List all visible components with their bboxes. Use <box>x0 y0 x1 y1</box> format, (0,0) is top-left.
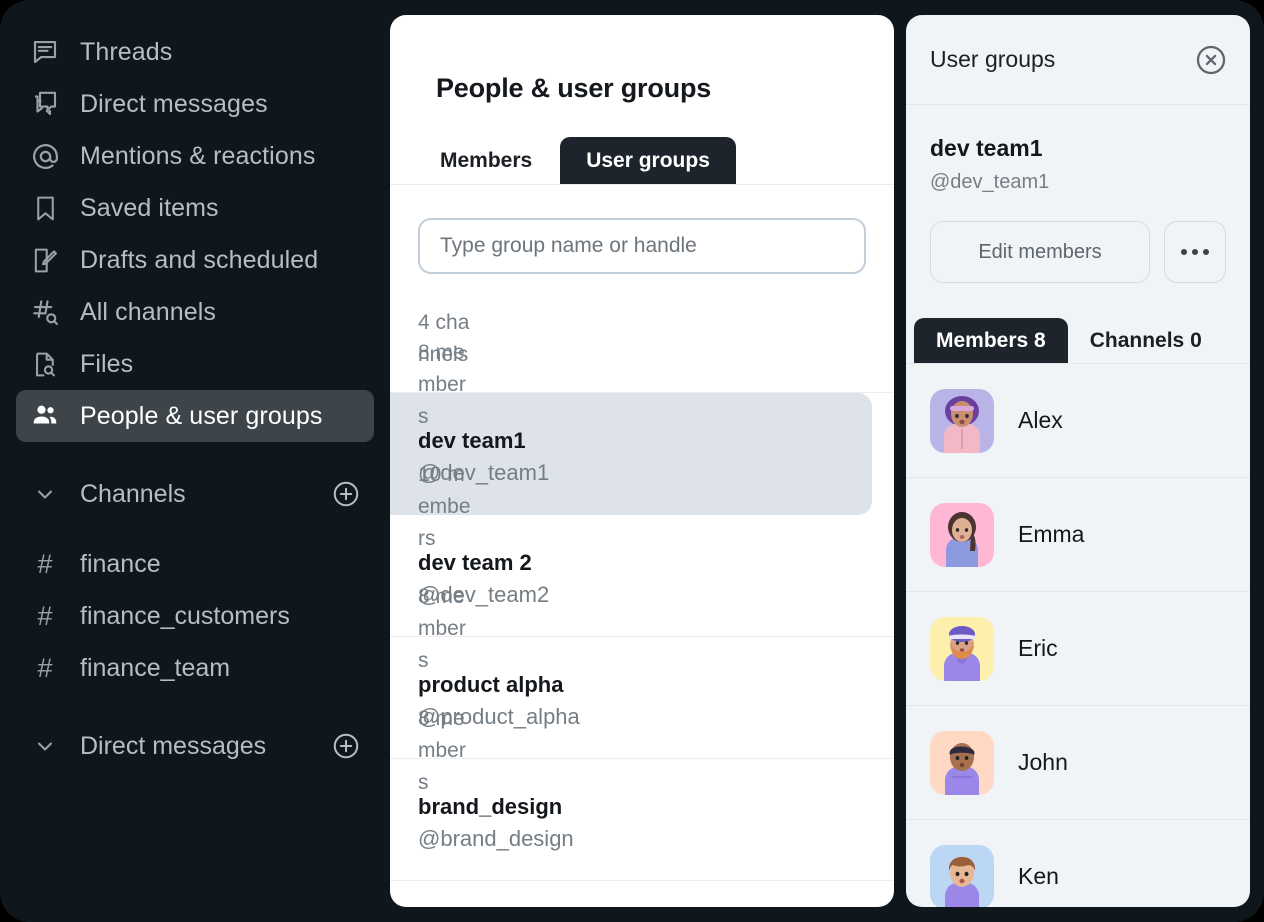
main-tabs: Members User groups <box>390 137 894 185</box>
ken-avatar <box>930 844 994 907</box>
sidebar-item-direct-messages[interactable]: Direct messages <box>16 78 374 130</box>
eric-avatar <box>930 616 994 681</box>
hash-icon: # <box>37 600 53 631</box>
member-row[interactable]: Emma <box>906 478 1250 592</box>
page-title: People & user groups <box>436 73 712 103</box>
sidebar-item-people-user-groups[interactable]: People & user groups <box>16 390 374 442</box>
tab-channels-count[interactable]: Channels 0 <box>1068 318 1224 363</box>
group-handle: @dev_team2 <box>418 582 550 607</box>
right-panel-title: User groups <box>930 46 1056 72</box>
app-window: Threads Direct messages Mentions & react… <box>0 0 1264 922</box>
right-panel: User groups dev team1 @dev_team1 Edit me… <box>906 15 1250 907</box>
sidebar-item-label: People & user groups <box>80 401 323 430</box>
mentions-icon <box>28 139 62 173</box>
alex-avatar <box>930 388 994 453</box>
sidebar-item-label: Drafts and scheduled <box>80 245 319 274</box>
member-name: Eric <box>1018 635 1058 661</box>
group-text: product alpha @product_alpha <box>418 637 894 733</box>
member-row[interactable]: John <box>906 706 1250 820</box>
group-name: product alpha <box>418 672 564 697</box>
group-name: dev team 2 <box>418 550 532 575</box>
people-icon <box>28 399 62 433</box>
sidebar-item-label: Mentions & reactions <box>80 141 316 170</box>
sidebar-item-saved-items[interactable]: Saved items <box>16 182 374 234</box>
member-name: Ken <box>1018 863 1059 889</box>
sidebar-item-label: Saved items <box>80 193 219 222</box>
sidebar-item-label: Files <box>80 349 134 378</box>
add-dm-button[interactable] <box>330 730 362 762</box>
sidebar-item-label: Threads <box>80 37 173 66</box>
channel-name: finance_customers <box>80 601 290 630</box>
drafts-icon <box>28 243 62 277</box>
tab-user-groups[interactable]: User groups <box>560 137 736 184</box>
dot <box>1192 249 1198 255</box>
hash-icon: # <box>37 548 53 579</box>
direct-messages-icon <box>28 87 62 121</box>
hash-icon: # <box>37 652 53 683</box>
member-row[interactable]: Alex <box>906 364 1250 478</box>
close-circle-icon[interactable] <box>1194 43 1228 77</box>
member-name: Emma <box>1018 521 1085 547</box>
channel-name: finance <box>80 549 161 578</box>
right-panel-header: User groups <box>906 15 1250 105</box>
group-text: dev team 2 @dev_team2 <box>418 515 894 611</box>
group-handle: @dev_team1 <box>930 171 1050 193</box>
group-handle: @product_alpha <box>418 704 580 729</box>
sidebar-section-label: Direct messages <box>80 731 267 760</box>
right-panel-tabs: Members 8 Channels 0 <box>906 318 1250 364</box>
threads-icon <box>28 35 62 69</box>
chevron-down-icon[interactable] <box>28 477 62 511</box>
group-handle: @dev_team1 <box>418 460 550 485</box>
sidebar-section-label: Channels <box>80 479 186 508</box>
group-name: dev team1 <box>418 428 526 453</box>
sidebar-item-label: Direct messages <box>80 89 268 118</box>
channel-name: finance_team <box>80 653 231 682</box>
group-text: brand_design @brand_design <box>418 759 894 855</box>
sidebar-item-threads[interactable]: Threads <box>16 26 374 78</box>
john-avatar <box>930 730 994 795</box>
files-icon <box>28 347 62 381</box>
right-panel-actions: Edit members <box>906 194 1250 283</box>
member-row[interactable]: Ken <box>906 820 1250 907</box>
member-row[interactable]: Eric <box>906 592 1250 706</box>
dot <box>1181 249 1187 255</box>
dot <box>1203 249 1209 255</box>
add-channel-button[interactable] <box>330 478 362 510</box>
sidebar-item-files[interactable]: Files <box>16 338 374 390</box>
sidebar-channel-finance-team[interactable]: # finance_team <box>16 642 374 694</box>
sidebar-channel-finance-customers[interactable]: # finance_customers <box>16 590 374 642</box>
sidebar-channel-finance[interactable]: # finance <box>16 538 374 590</box>
member-name: John <box>1018 749 1068 775</box>
sidebar-item-all-channels[interactable]: All channels <box>16 286 374 338</box>
all-channels-icon <box>28 295 62 329</box>
tab-members-count[interactable]: Members 8 <box>914 318 1068 363</box>
sidebar: Threads Direct messages Mentions & react… <box>0 0 390 922</box>
group-text: dev team1 @dev_team1 <box>418 393 872 489</box>
group-search-placeholder: Type group name or handle <box>440 234 697 257</box>
bookmark-icon <box>28 191 62 225</box>
group-row[interactable]: 8 members brand_design @brand_design <box>390 707 894 881</box>
group-name: brand_design <box>418 794 563 819</box>
sidebar-section-channels[interactable]: Channels <box>16 468 374 520</box>
group-handle: @brand_design <box>418 826 574 851</box>
tab-members[interactable]: Members <box>436 137 536 184</box>
group-list: 4 channels 8 members dev team1 @dev_team… <box>390 299 894 881</box>
sidebar-item-label: All channels <box>80 297 217 326</box>
group-name: dev team1 <box>930 135 1043 161</box>
group-search-input[interactable]: Type group name or handle <box>418 218 866 274</box>
emma-avatar <box>930 502 994 567</box>
sidebar-section-direct-messages[interactable]: Direct messages <box>16 720 374 772</box>
main-panel: People & user groups Members User groups… <box>390 15 894 907</box>
sidebar-item-drafts[interactable]: Drafts and scheduled <box>16 234 374 286</box>
more-horizontal-icon[interactable] <box>1164 221 1226 283</box>
edit-members-button[interactable]: Edit members <box>930 221 1150 283</box>
sidebar-item-mentions[interactable]: Mentions & reactions <box>16 130 374 182</box>
right-panel-group-info: dev team1 @dev_team1 <box>906 105 1250 194</box>
chevron-down-icon[interactable] <box>28 729 62 763</box>
member-name: Alex <box>1018 407 1063 433</box>
